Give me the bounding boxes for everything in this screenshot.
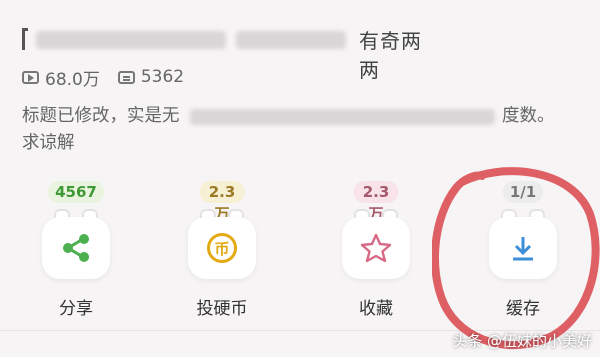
danmaku-icon xyxy=(117,70,135,84)
download-label: 缓存 xyxy=(506,299,540,319)
download-count: 1/1 xyxy=(502,181,544,203)
play-icon xyxy=(22,70,39,84)
coin-icon: 币 xyxy=(207,233,237,263)
video-description: 标题已修改，实是无 度数。 求谅解 xyxy=(22,103,582,157)
share-icon-box xyxy=(42,217,110,279)
description-line2: 求谅解 xyxy=(22,133,75,153)
coin-label: 投硬币 xyxy=(196,299,248,319)
share-icon xyxy=(63,234,89,262)
blurred-title-segment xyxy=(36,31,226,49)
favorite-label: 收藏 xyxy=(359,299,393,319)
blurred-description xyxy=(190,109,495,125)
coin-icon-box: 币 xyxy=(188,217,256,279)
download-button[interactable]: 1/1 缓存 xyxy=(478,172,568,322)
description-start: 标题已修改，实是无 xyxy=(22,106,180,126)
download-icon xyxy=(513,237,533,261)
title-visible-text: 有奇两两 xyxy=(359,29,422,82)
favorite-button[interactable]: 2.3万 收藏 xyxy=(331,172,421,322)
watermark: 头条 @伍妹的小美好 xyxy=(452,332,592,350)
title-bracket xyxy=(22,28,28,50)
danmaku-count: 5362 xyxy=(117,67,185,87)
star-icon xyxy=(360,233,392,263)
view-count-value: 68.0万 xyxy=(45,69,100,90)
favorite-count: 2.3万 xyxy=(353,181,399,223)
share-label: 分享 xyxy=(59,299,93,319)
video-stats: 68.0万 5362 xyxy=(22,65,202,90)
danmaku-count-value: 5362 xyxy=(140,67,185,87)
coin-count: 2.3万 xyxy=(199,181,245,223)
share-count: 4567 xyxy=(48,181,104,203)
share-button[interactable]: 4567 分享 xyxy=(31,172,121,322)
download-icon-box xyxy=(489,217,557,279)
view-count: 68.0万 xyxy=(22,65,100,90)
blurred-title-segment xyxy=(236,31,346,49)
action-bar: 4567 分享 2.3万 币 投硬币 2.3万 收藏 1/1 缓存 xyxy=(0,172,600,322)
video-title: 有奇两两 xyxy=(22,24,442,82)
star-icon-box xyxy=(342,217,410,279)
coin-button[interactable]: 2.3万 币 投硬币 xyxy=(177,172,267,322)
description-end: 度数。 xyxy=(502,106,555,126)
